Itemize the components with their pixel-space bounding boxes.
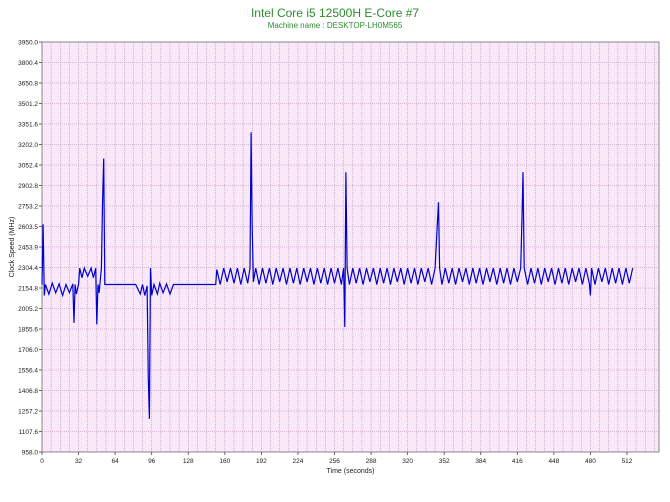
y-tick-label: 1406.8	[18, 388, 38, 395]
y-tick-label: 3351.6	[18, 122, 38, 129]
x-tick-label: 512	[622, 458, 633, 465]
y-tick-label: 3650.8	[18, 81, 38, 88]
x-tick-label: 128	[183, 458, 194, 465]
y-tick-label: 1257.2	[18, 409, 38, 416]
x-tick-label: 96	[148, 458, 156, 465]
y-tick-label: 3052.4	[18, 163, 38, 170]
y-tick-label: 2753.2	[18, 204, 38, 211]
y-tick-label: 2304.4	[18, 265, 38, 272]
x-tick-label: 160	[219, 458, 230, 465]
y-tick-label: 3501.2	[18, 101, 38, 108]
y-tick-label: 3950.0	[18, 40, 38, 47]
y-axis-label: Clock Speed (MHz)	[9, 217, 16, 278]
grid-lines	[42, 42, 659, 452]
y-tick-label: 3800.4	[18, 60, 38, 67]
y-tick-label: 1706.0	[18, 347, 38, 354]
x-tick-label: 320	[402, 458, 413, 465]
x-tick-label: 256	[329, 458, 340, 465]
x-tick-label: 384	[475, 458, 486, 465]
x-tick-labels: 0 32 64 96 128 160 192 224 256 288 320 352 384 416 448…	[40, 452, 633, 465]
x-tick-label: 352	[439, 458, 450, 465]
x-tick-label: 480	[585, 458, 596, 465]
x-tick-label: 448	[548, 458, 559, 465]
x-tick-label: 0	[40, 458, 44, 465]
x-tick-label: 288	[366, 458, 377, 465]
y-tick-label: 2453.9	[18, 245, 38, 252]
y-tick-label: 2603.5	[18, 224, 38, 231]
y-tick-label: 1855.6	[18, 327, 38, 334]
x-tick-label: 416	[512, 458, 523, 465]
clock-speed-chart: 958.0 1107.6 1257.2 1406.8 1556.4 1706.0 1855.…	[9, 40, 660, 475]
y-tick-label: 1556.4	[18, 368, 38, 375]
y-tick-label: 3202.0	[18, 142, 38, 149]
x-tick-label: 32	[75, 458, 83, 465]
x-axis-label: Time (seconds)	[327, 468, 375, 475]
x-tick-label: 64	[112, 458, 120, 465]
x-tick-label: 224	[293, 458, 304, 465]
x-tick-label: 192	[256, 458, 267, 465]
y-tick-label: 1107.6	[19, 429, 39, 436]
y-tick-label: 2902.8	[18, 183, 38, 190]
y-tick-label: 2154.8	[18, 286, 38, 293]
y-tick-label: 2005.2	[18, 306, 38, 313]
y-tick-label: 958.0	[22, 450, 39, 457]
y-tick-labels: 958.0 1107.6 1257.2 1406.8 1556.4 1706.0 1855.…	[18, 40, 42, 457]
